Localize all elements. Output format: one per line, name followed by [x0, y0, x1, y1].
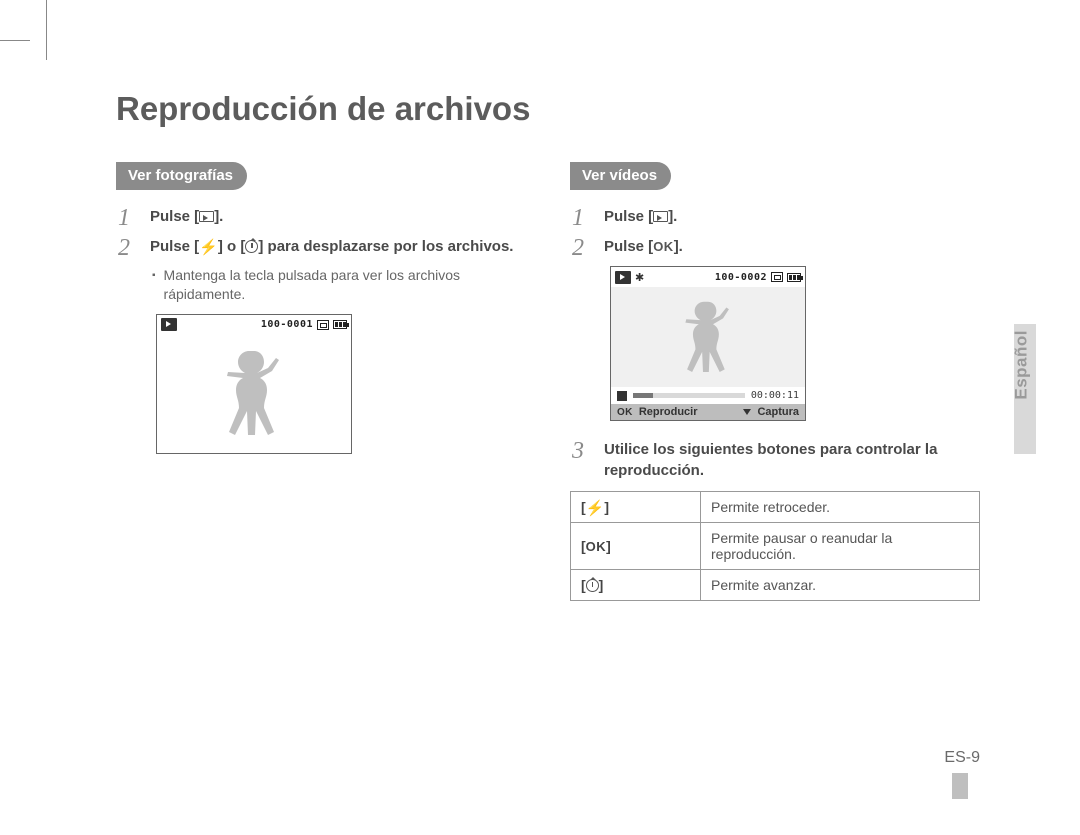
step-number: 2	[572, 236, 592, 260]
memory-card-icon	[317, 320, 329, 330]
control-desc-cell: Permite pausar o reanudar la reproducció…	[701, 523, 980, 570]
person-silhouette-icon	[214, 343, 294, 453]
page-number-marker	[952, 773, 968, 799]
control-key-cell: [⚡]	[571, 492, 701, 523]
table-row: [] Permite avanzar.	[571, 570, 980, 601]
vstep1-pre: Pulse [	[604, 208, 653, 225]
video-progress-row: 00:00:11	[611, 387, 805, 404]
step2-mid: ] o [	[218, 238, 246, 255]
section-heading-videos: Ver vídeos	[570, 162, 671, 190]
person-silhouette-icon	[674, 295, 742, 387]
page-title: Reproducción de archivos	[116, 90, 980, 128]
movie-file-icon: ✱	[635, 271, 644, 284]
playback-rect-icon	[199, 211, 214, 222]
ok-button-label: OK	[586, 539, 607, 554]
vstep2-post: ].	[674, 238, 683, 255]
page-number: ES-9	[944, 749, 980, 767]
step-number: 3	[572, 439, 592, 463]
videos-step-2: 2 Pulse [OK].	[572, 236, 980, 260]
language-tab-label: Español	[1012, 330, 1032, 400]
control-desc-cell: Permite avanzar.	[701, 570, 980, 601]
page-content: Reproducción de archivos Ver fotografías…	[0, 0, 1080, 601]
step2-pre: Pulse [	[150, 238, 199, 255]
vstep1-post: ].	[668, 208, 677, 225]
videos-step-1: 1 Pulse [].	[572, 206, 980, 230]
photo-preview-frame: 100-0001	[156, 314, 352, 454]
control-key-cell: []	[571, 570, 701, 601]
battery-icon	[787, 273, 801, 282]
video-preview-frame: ✱ 100-0002 00:00:11 OK	[610, 266, 806, 421]
step-number: 1	[118, 206, 138, 230]
playback-rect-icon	[653, 211, 668, 222]
video-file-index: 100-0002	[715, 272, 767, 283]
step-number: 1	[572, 206, 592, 230]
photos-step-1: 1 Pulse [].	[118, 206, 526, 230]
crop-mark-horizontal	[0, 40, 30, 41]
step2-post: ] para desplazarse por los archivos.	[258, 238, 513, 255]
video-elapsed: 00:00:11	[751, 390, 799, 401]
step-number: 2	[118, 236, 138, 260]
photos-note: ▪ Mantenga la tecla pulsada para ver los…	[152, 266, 526, 304]
step1-text-post: ].	[214, 208, 223, 225]
memory-card-icon	[771, 272, 783, 282]
step1-text-pre: Pulse [	[150, 208, 199, 225]
bullet-dot-icon: ▪	[152, 266, 156, 304]
self-timer-icon	[245, 240, 258, 253]
photo-frame-statusbar: 100-0001	[157, 315, 351, 335]
videos-step-3: 3 Utilice los siguientes botones para co…	[572, 439, 980, 481]
photos-step-2: 2 Pulse [⚡] o [] para desplazarse por lo…	[118, 236, 526, 260]
ok-indicator-icon: OK	[617, 407, 633, 418]
photo-file-index: 100-0001	[261, 319, 313, 330]
ok-button-label: OK	[653, 239, 674, 254]
table-row: [OK] Permite pausar o reanudar la reprod…	[571, 523, 980, 570]
table-row: [⚡] Permite retroceder.	[571, 492, 980, 523]
section-videos: Ver vídeos 1 Pulse []. 2 Pulse [OK]. ✱	[570, 162, 980, 601]
playback-mode-icon	[161, 318, 177, 331]
self-timer-icon	[586, 579, 599, 592]
section-heading-photos: Ver fotografías	[116, 162, 247, 190]
crop-mark-vertical	[46, 0, 47, 60]
video-frame-statusbar: ✱ 100-0002	[611, 267, 805, 287]
control-key-cell: [OK]	[571, 523, 701, 570]
battery-icon	[333, 320, 347, 329]
down-arrow-icon	[743, 409, 751, 415]
controls-table: [⚡] Permite retroceder. [OK] Permite pau…	[570, 491, 980, 601]
section-photos: Ver fotografías 1 Pulse []. 2 Pulse [⚡] …	[116, 162, 526, 601]
video-frame-footer: OK Reproducir Captura	[611, 404, 805, 420]
vstep2-pre: Pulse [	[604, 238, 653, 255]
progress-bar	[633, 393, 745, 398]
control-desc-cell: Permite retroceder.	[701, 492, 980, 523]
stop-icon	[617, 391, 627, 401]
footer-action-play: Reproducir	[639, 406, 698, 418]
photos-note-text: Mantenga la tecla pulsada para ver los a…	[164, 266, 526, 304]
footer-action-capture: Captura	[757, 406, 799, 418]
playback-mode-icon	[615, 271, 631, 284]
vstep3-text: Utilice los siguientes botones para cont…	[604, 441, 937, 479]
